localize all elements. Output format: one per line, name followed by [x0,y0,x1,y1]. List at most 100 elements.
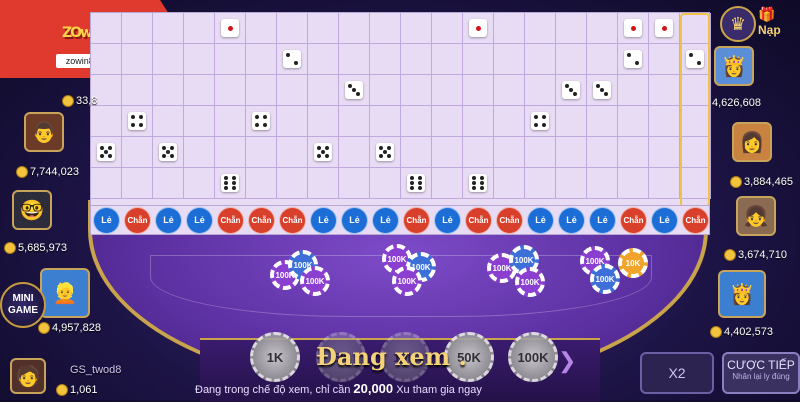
grid-cell [556,44,587,75]
grid-cell [308,75,339,106]
grid-cell [618,75,649,106]
grid-cell [339,75,370,106]
repeat-bet-sub: Nhân lại ly đúng [732,372,790,381]
die-face-3-icon [562,81,580,99]
chip-pile-1[interactable]: 100K 100K 100K [270,250,334,300]
player-seat-left-3[interactable]: 🤓 [12,190,52,230]
coin-icon [4,242,16,255]
player-seat-self[interactable]: 🧑 [10,358,46,394]
avatar: 🤓 [12,190,52,230]
grid-cell [494,137,525,168]
chevron-right-icon[interactable]: ❯ [558,348,576,374]
grid-cell [153,75,184,106]
coin-icon [62,95,74,108]
x2-button[interactable]: X2 [640,352,714,394]
result-cell: Chẵn [122,206,153,234]
result-cell: Lẻ [153,206,184,234]
player-seat-left-4[interactable]: 👱 [40,268,90,318]
chip-pile-3[interactable]: 100K 100K 100K [487,245,551,297]
nap-button[interactable]: 🎁 Nạp [758,6,781,37]
player-money: 3,674,710 [724,249,787,262]
grid-cell [432,44,463,75]
player-seat-right-2[interactable]: 👩 [732,122,772,162]
grid-cell [494,44,525,75]
result-cell: Lẻ [556,206,587,234]
result-cell: Chẵn [680,206,711,234]
grid-cell [277,13,308,44]
player-money-value: 33,8 [76,95,98,107]
result-cell: Lẻ [525,206,556,234]
chip-button-1k[interactable]: 1K [250,332,300,382]
result-cell: Lẻ [370,206,401,234]
grid-cell [215,13,246,44]
grid-cell [215,44,246,75]
die-face-1-icon [469,19,487,37]
chip-pile-4[interactable]: 100K 100K 10K [580,242,648,294]
grid-cell [587,168,618,199]
grid-cell [587,137,618,168]
avatar: 👸 [718,270,766,318]
result-cell: Lẻ [91,206,122,234]
chip: 100K [515,267,545,297]
grid-cell [184,75,215,106]
coin-icon [724,249,736,262]
result-cell: Lẻ [649,206,680,234]
grid-cell [91,137,122,168]
grid-cell [556,13,587,44]
grid-cell [184,168,215,199]
grid-cell [370,168,401,199]
grid-cell [463,106,494,137]
player-money-value: 4,402,573 [724,326,773,338]
coin-icon [56,384,68,397]
grid-cell [432,106,463,137]
grid-cell [525,106,556,137]
grid-cell [432,13,463,44]
repeat-bet-button[interactable]: CƯỢC TIẾP Nhân lại ly đúng [722,352,800,394]
die-face-3-icon [593,81,611,99]
grid-cell [494,168,525,199]
grid-cell [463,168,494,199]
player-seat-right-4[interactable]: 👸 [718,270,766,318]
grid-cell [91,106,122,137]
chip: 10K [618,248,648,278]
grid-cell [432,168,463,199]
grid-cell [215,137,246,168]
result-le-badge: Lẻ [527,206,554,234]
grid-cell [587,106,618,137]
grid-cell [370,44,401,75]
avatar: 👧 [736,196,776,236]
player-seat-right-3[interactable]: 👧 [736,196,776,236]
die-face-3-icon [345,81,363,99]
result-chan-badge: Chẵn [217,206,244,234]
grid-cell [587,13,618,44]
die-face-5-icon [376,143,394,161]
result-le-badge: Lẻ [434,206,461,234]
grid-cell [277,168,308,199]
grid-cell [401,137,432,168]
result-cell: Lẻ [339,206,370,234]
result-le-badge: Lẻ [186,206,213,234]
crown-icon[interactable]: ♛ [720,6,756,42]
grid-cell [308,44,339,75]
current-column-highlight [680,13,710,207]
grid-cell [215,75,246,106]
die-face-1-icon [655,19,673,37]
result-cell: Lẻ [184,206,215,234]
player-money-value: 3,884,465 [744,176,793,188]
grid-cell [153,13,184,44]
player-seat-left-2[interactable]: 👨 [24,112,64,152]
die-face-6-icon [221,174,239,192]
player-seat-right-1[interactable]: 👸 [714,46,754,86]
player-money: 4,957,828 [38,322,101,335]
result-chan-badge: Chẵn [124,206,151,234]
chip-pile-2[interactable]: 100K 100K 100K [382,242,446,296]
avatar: 👨 [24,112,64,152]
nap-label: Nạp [758,23,781,37]
chip-button-100k[interactable]: 100K [508,332,558,382]
grid-cell [401,106,432,137]
grid-cell [215,106,246,137]
grid-cell [184,106,215,137]
die-face-4-icon [252,112,270,130]
note-prefix: Đang trong chế độ xem, chỉ cần [195,384,351,396]
result-cell: Chẵn [401,206,432,234]
